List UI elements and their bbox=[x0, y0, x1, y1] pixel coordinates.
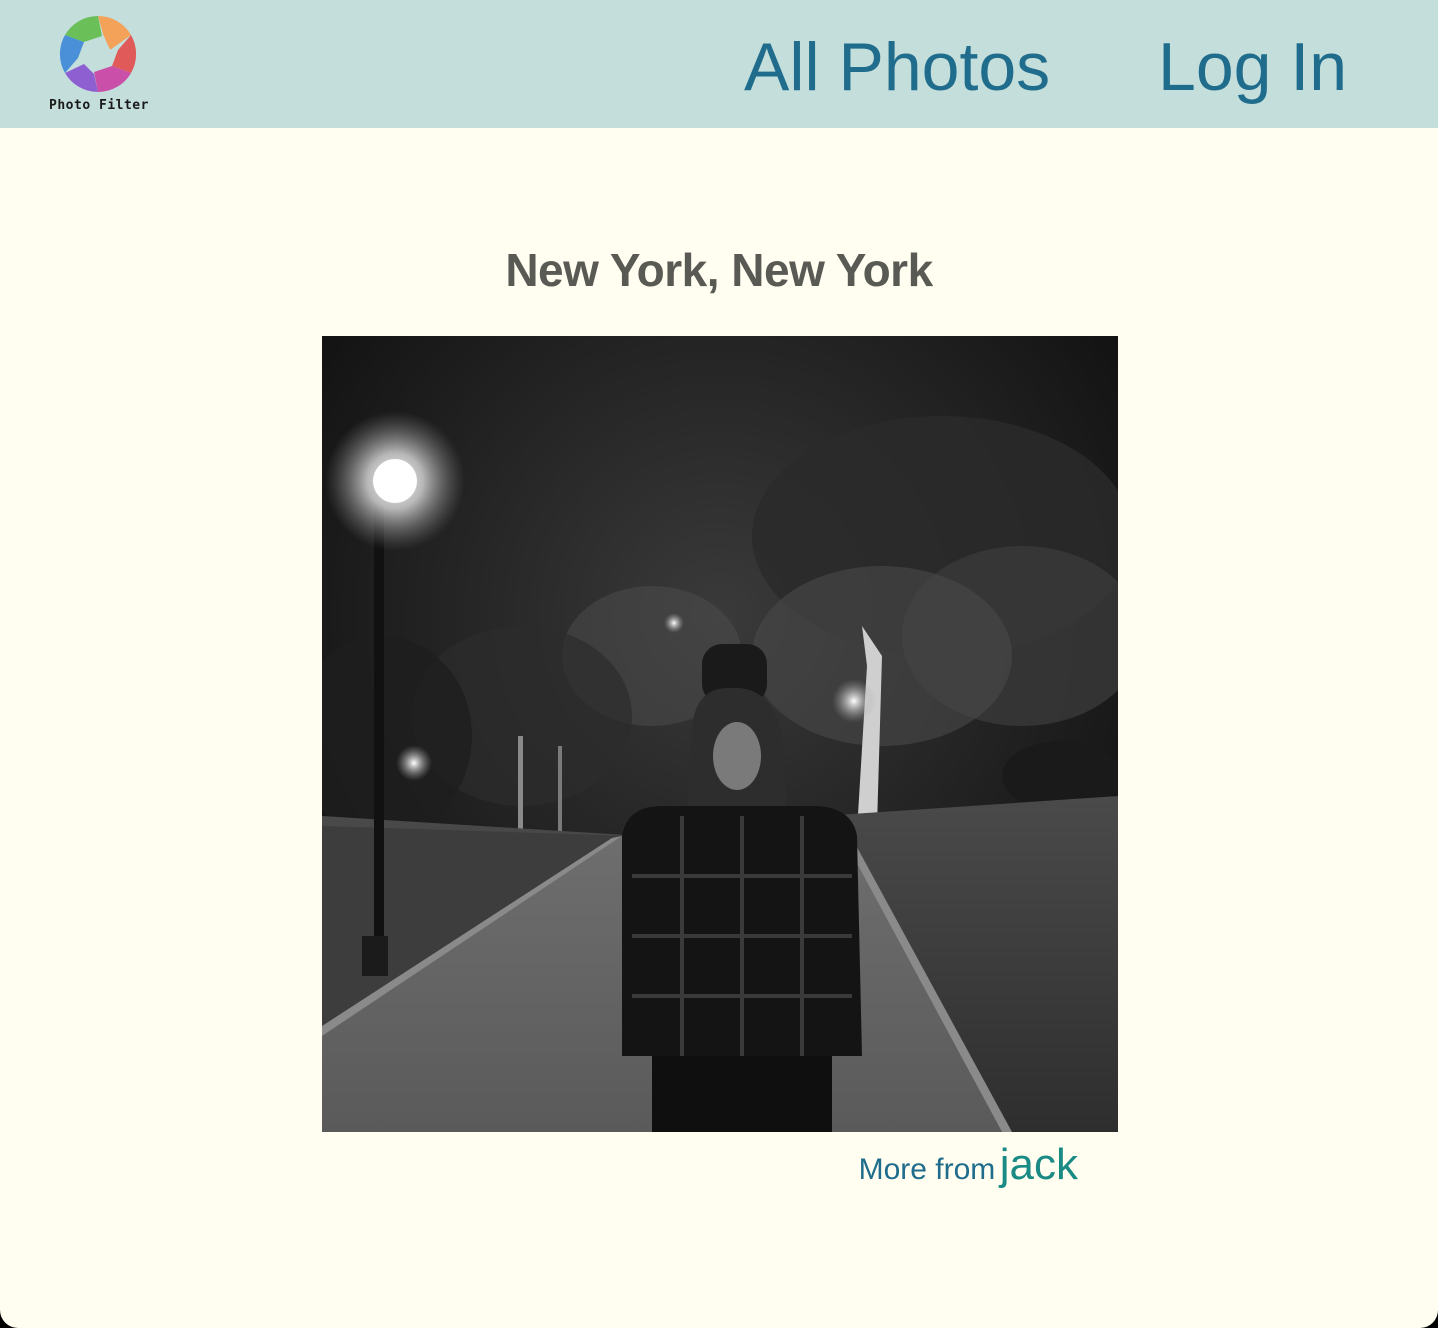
photo-title: New York, New York bbox=[505, 244, 933, 296]
photo-image bbox=[322, 336, 1118, 1132]
nav-all-photos-link[interactable]: All Photos bbox=[744, 22, 1050, 112]
camera-aperture-icon bbox=[59, 15, 137, 93]
navbar: Photo Filter All Photos Log In bbox=[0, 0, 1438, 128]
author-link[interactable]: jack bbox=[1000, 1140, 1078, 1189]
more-from-label: More from bbox=[858, 1153, 996, 1186]
nav-login-link[interactable]: Log In bbox=[1158, 22, 1347, 112]
more-from: More from jack bbox=[859, 1140, 1078, 1190]
page: Photo Filter All Photos Log In New York,… bbox=[0, 0, 1438, 1328]
logo-text: Photo Filter bbox=[49, 98, 149, 113]
logo-link[interactable]: Photo Filter bbox=[36, 12, 162, 118]
